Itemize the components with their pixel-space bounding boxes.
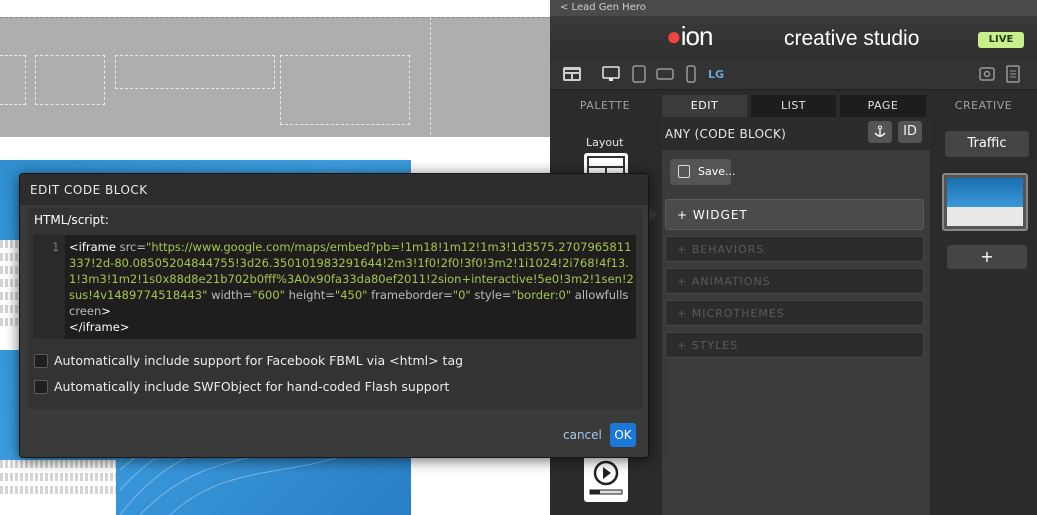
anchor-button[interactable] [868,121,892,143]
save-button[interactable]: Save... [670,159,736,185]
code-value: "border:0" [511,288,572,302]
behaviors-section[interactable]: + BEHAVIORS [665,236,924,262]
placeholder-box [280,55,410,125]
anchor-icon [874,125,886,137]
page-thumbnail[interactable] [942,173,1028,231]
code-value: "600" [252,288,285,302]
html-script-label: HTML/script: [34,213,109,227]
panel-tabs: PALETTE EDIT LIST PAGE CREATIVE [550,95,1037,117]
desktop-icon[interactable] [602,65,620,83]
layout-label: Layout [586,136,624,149]
tablet-landscape-icon[interactable] [656,65,674,83]
code-tag-end: > [101,304,111,318]
edit-code-block-dialog: EDIT CODE BLOCK HTML/script: 1 <iframe s… [19,173,649,458]
cancel-link[interactable]: cancel [563,428,602,442]
code-value: "0" [452,288,471,302]
tab-palette[interactable]: PALETTE [550,95,660,117]
brand-bar: ●ion creative studio LIVE [550,16,1037,60]
swf-checkbox[interactable] [34,380,48,394]
code-value: "450" [334,288,368,302]
tab-page[interactable]: PAGE [840,95,926,117]
breadcrumb-back-link[interactable]: < Lead Gen Hero [550,0,1037,16]
traffic-button[interactable]: Traffic [945,131,1029,157]
fbml-label: Automatically include support for Facebo… [54,353,464,368]
page-text-block [0,460,116,515]
placeholder-box [35,55,105,105]
layout-icon[interactable] [562,64,582,84]
phone-icon[interactable] [682,65,700,83]
code-content[interactable]: <iframe src="https://www.google.com/maps… [69,239,634,335]
tab-creative[interactable]: CREATIVE [930,95,1037,117]
device-toolbar: LG [550,60,1037,90]
dialog-body: HTML/script: 1 <iframe src="https://www.… [28,208,642,409]
ion-logo: ●ion [666,21,713,51]
edit-column: ANY (CODE BLOCK) ID Save... + WIDGET + B… [662,117,930,515]
header-placeholder-band [0,17,550,137]
video-widget-icon[interactable] [584,454,628,502]
code-tag-close: </iframe> [69,320,130,334]
canvas-top-guide [0,17,550,18]
animations-section[interactable]: + ANIMATIONS [665,268,924,294]
code-tag-open: <iframe [69,240,116,254]
microthemes-section[interactable]: + MICROTHEMES [665,300,924,326]
modal-pointer [648,205,657,223]
dialog-title: EDIT CODE BLOCK [20,174,648,205]
code-attr: frameborder= [371,288,453,302]
edit-header: ANY (CODE BLOCK) ID [662,117,930,150]
tab-list[interactable]: LIST [751,95,836,117]
widget-section[interactable]: + WIDGET [665,199,924,230]
tab-edit[interactable]: EDIT [662,95,747,117]
code-attr: src= [119,240,147,254]
selected-element-label: ANY (CODE BLOCK) [665,127,787,141]
add-page-button[interactable]: + [947,245,1027,269]
placeholder-box [115,55,275,89]
live-badge[interactable]: LIVE [978,32,1024,48]
swf-label: Automatically include SWFObject for hand… [54,379,450,394]
code-editor[interactable]: 1 <iframe src="https://www.google.com/ma… [33,235,636,339]
id-button[interactable]: ID [898,121,922,143]
line-number: 1 [33,235,65,339]
code-attr: width= [211,288,253,302]
styles-section[interactable]: + STYLES [665,332,924,358]
document-icon[interactable] [1004,65,1022,83]
tablet-icon[interactable] [630,65,648,83]
preview-icon[interactable] [978,65,996,83]
save-icon [678,165,690,178]
placeholder-box [0,55,26,105]
device-size-label[interactable]: LG [708,68,724,81]
creative-column: Traffic + [930,117,1037,515]
code-attr: height= [288,288,335,302]
save-label: Save... [698,165,736,178]
code-attr: style= [474,288,512,302]
ok-button[interactable]: OK [610,423,636,447]
fbml-checkbox[interactable] [34,354,48,368]
placeholder-box [430,17,550,135]
brand-title: creative studio [784,27,920,50]
